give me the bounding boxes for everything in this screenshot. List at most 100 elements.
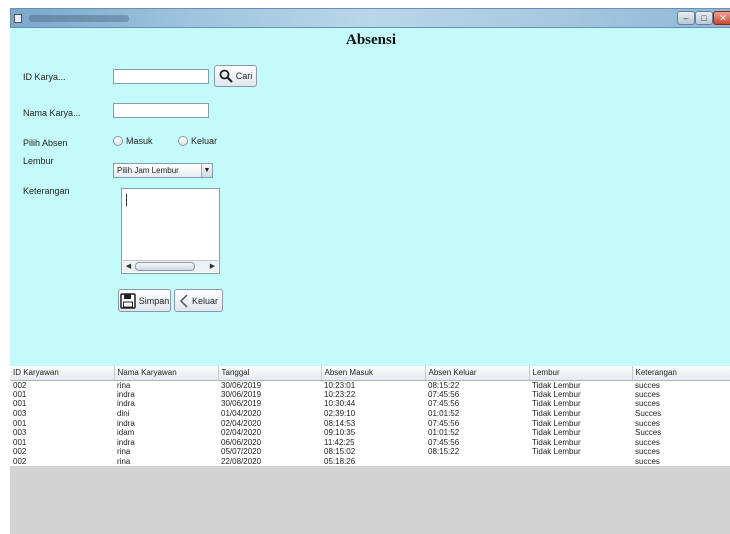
radio-masuk-circle[interactable] xyxy=(113,136,123,146)
table-cell: 002 xyxy=(13,457,27,467)
table-row[interactable]: 001 indra 02/04/2020 08:14:53 07:45:56 T… xyxy=(10,418,730,428)
table-cell: Tidak Lembur xyxy=(532,389,581,399)
pilih-absen-label: Pilih Absen xyxy=(23,138,68,148)
maximize-button[interactable]: □ xyxy=(695,11,713,25)
nama-karyawan-input[interactable] xyxy=(113,103,209,118)
id-karyawan-input[interactable] xyxy=(113,69,209,84)
table-cell: indra xyxy=(117,437,135,447)
table-cell: 07:45:56 xyxy=(428,418,460,428)
table-cell: Tidak Lembur xyxy=(532,418,581,428)
table-cell: indra xyxy=(117,418,135,428)
table-cell: succes xyxy=(635,418,660,428)
chevron-left-icon xyxy=(179,293,188,308)
floppy-disk-icon xyxy=(119,292,136,309)
table-cell: 30/06/2019 xyxy=(221,399,262,409)
table-cell: 07:45:56 xyxy=(428,399,460,409)
table-row[interactable]: 003 dini 01/04/2020 02:39:10 01:01:52 Ti… xyxy=(10,409,730,419)
table-cell: Tidak Lembur xyxy=(532,447,581,457)
minimize-button[interactable]: – xyxy=(677,11,695,25)
column-header[interactable]: Keterangan xyxy=(632,366,730,381)
table-row[interactable]: 001 indra 30/06/2019 10:23:22 07:45:56 T… xyxy=(10,390,730,400)
table-cell: 08:15:22 xyxy=(428,447,460,457)
window-titlebar[interactable]: – □ ✕ xyxy=(10,8,730,28)
chevron-down-icon[interactable]: ▼ xyxy=(201,164,212,177)
table-cell: 05/07/2020 xyxy=(221,447,262,457)
table-cell: 30/06/2019 xyxy=(221,389,262,399)
table-cell: 07:45:56 xyxy=(428,437,460,447)
table-cell: 002 xyxy=(13,447,27,457)
table-row[interactable]: 002 rina 22/08/2020 05:18:26 succes xyxy=(10,457,730,467)
table-cell: Tidak Lembur xyxy=(532,399,581,409)
absensi-table: ID Karyawan Nama Karyawan Tanggal Absen … xyxy=(10,366,730,467)
table-cell: 002 xyxy=(13,380,27,390)
search-button-label: Cari xyxy=(235,71,253,81)
radio-keluar-circle[interactable] xyxy=(178,136,188,146)
table-row[interactable]: 001 indra 30/06/2019 10:30:44 07:45:56 T… xyxy=(10,399,730,409)
table-cell: succes xyxy=(635,437,660,447)
radio-masuk[interactable]: Masuk xyxy=(113,136,153,146)
absensi-table-area: ID Karyawan Nama Karyawan Tanggal Absen … xyxy=(10,366,730,534)
table-cell: 01:01:52 xyxy=(428,428,460,438)
table-cell: 001 xyxy=(13,399,27,409)
table-cell: Tidak Lembur xyxy=(532,409,581,419)
table-cell xyxy=(425,457,529,467)
close-button[interactable]: ✕ xyxy=(713,11,730,25)
table-cell: 30/06/2019 xyxy=(221,380,262,390)
column-header[interactable]: Absen Masuk xyxy=(321,366,426,381)
table-cell: 01:01:52 xyxy=(428,409,460,419)
table-cell: 05:18:26 xyxy=(324,457,356,467)
table-cell: 02/04/2020 xyxy=(221,428,262,438)
table-cell: 08:14:53 xyxy=(324,418,356,428)
table-cell: 11:42:25 xyxy=(324,437,355,447)
simpan-button-label: Simpan xyxy=(138,295,170,306)
column-header[interactable]: Nama Karyawan xyxy=(114,366,219,381)
table-cell: indra xyxy=(117,389,135,399)
radio-keluar[interactable]: Keluar xyxy=(178,136,217,146)
lembur-select[interactable]: Pilih Jam Lembur ▼ xyxy=(113,163,213,178)
table-cell: 10:23:22 xyxy=(324,389,356,399)
scroll-left-icon[interactable]: ◀ xyxy=(124,262,133,271)
keluar-button[interactable]: Keluar xyxy=(174,289,223,312)
form-panel: Absensi ID Karya... Cari Nama Karya... P… xyxy=(10,28,730,366)
table-cell xyxy=(529,457,632,467)
scrollbar-thumb[interactable] xyxy=(135,262,195,271)
radio-keluar-label: Keluar xyxy=(191,136,218,146)
keterangan-label: Keterangan xyxy=(23,186,70,196)
horizontal-scrollbar[interactable]: ◀ ▶ xyxy=(123,260,218,272)
table-cell: Tidak Lembur xyxy=(532,380,581,390)
table-cell: succes xyxy=(635,447,660,457)
table-cell: rina xyxy=(117,447,131,457)
column-header[interactable]: Absen Keluar xyxy=(425,366,530,381)
table-cell: Tidak Lembur xyxy=(532,428,581,438)
magnifier-icon xyxy=(219,69,233,83)
text-caret xyxy=(126,194,127,206)
lembur-label: Lembur xyxy=(23,156,54,166)
table-cell: succes xyxy=(635,389,660,399)
table-cell: 07:45:56 xyxy=(428,389,460,399)
table-row[interactable]: 001 indra 06/06/2020 11:42:25 07:45:56 T… xyxy=(10,438,730,448)
search-button[interactable]: Cari xyxy=(214,65,257,87)
column-header[interactable]: ID Karyawan xyxy=(10,366,115,381)
table-cell: rina xyxy=(117,457,131,467)
simpan-button[interactable]: Simpan xyxy=(118,289,171,312)
table-row[interactable]: 002 rina 30/06/2019 10:23:01 08:15:22 Ti… xyxy=(10,380,730,390)
nama-karyawan-label: Nama Karya... xyxy=(23,108,81,118)
table-cell: 003 xyxy=(13,428,27,438)
id-karyawan-label: ID Karya... xyxy=(23,72,66,82)
column-header[interactable]: Tanggal xyxy=(218,366,322,381)
page-title: Absensi xyxy=(345,32,397,48)
table-cell: 09:10:35 xyxy=(324,428,356,438)
scroll-right-icon[interactable]: ▶ xyxy=(208,262,217,271)
keterangan-textarea[interactable]: ◀ ▶ xyxy=(121,188,220,274)
table-cell: dini xyxy=(117,409,130,419)
table-cell: indra xyxy=(117,399,135,409)
table-cell: Succes xyxy=(635,428,662,438)
column-header[interactable]: Lembur xyxy=(529,366,633,381)
table-cell: 08:15:02 xyxy=(324,447,356,457)
table-cell: Tidak Lembur xyxy=(532,437,581,447)
table-cell: Succes xyxy=(635,409,662,419)
table-cell: 22/08/2020 xyxy=(221,457,262,467)
table-cell: 02/04/2020 xyxy=(221,418,262,428)
table-row[interactable]: 003 idam 02/04/2020 09:10:35 01:01:52 Ti… xyxy=(10,428,730,438)
table-row[interactable]: 002 rina 05/07/2020 08:15:02 08:15:22 Ti… xyxy=(10,447,730,457)
